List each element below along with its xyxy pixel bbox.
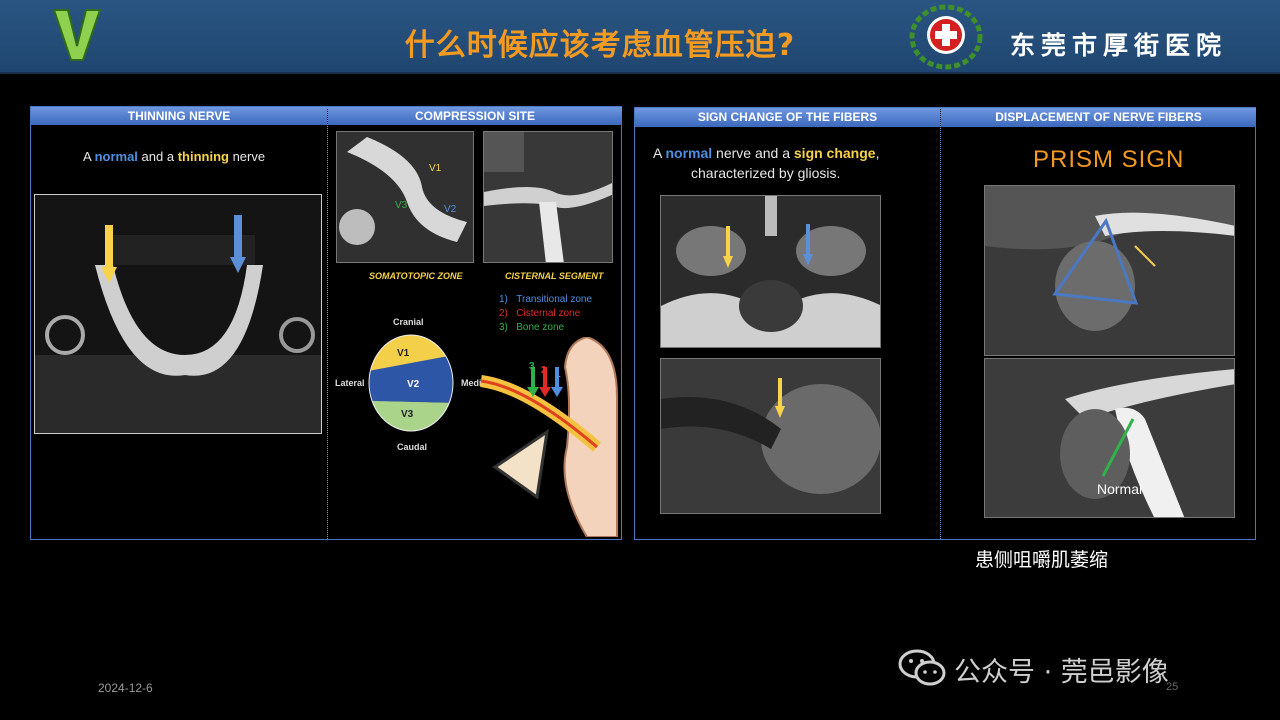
- panel-sign-displacement: SIGN CHANGE OF THE FIBERS DISPLACEMENT O…: [634, 107, 1256, 540]
- nerve-illustration: [480, 337, 618, 537]
- yellow-arrow-gliosis-icon: [775, 378, 785, 418]
- sign-caption-line2: characterized by gliosis.: [691, 165, 841, 181]
- mri-prism: [984, 185, 1235, 356]
- wechat-icon: [898, 649, 946, 686]
- hospital-emblem-icon: [909, 4, 983, 70]
- mri-label-v2: V2: [444, 204, 457, 215]
- yellow-arrow-icon: [101, 225, 117, 283]
- pie-label-v2: V2: [407, 379, 420, 390]
- sign-caption: A normal nerve and a sign change,: [653, 145, 880, 161]
- header-thinning-nerve: THINNING NERVE: [31, 107, 327, 125]
- blue-arrow-icon: [230, 215, 246, 273]
- mri-label-v1: V1: [429, 163, 442, 174]
- zone-legend: 1) Transitional zone 2) Cisternal zone 3…: [499, 294, 593, 333]
- label-somatotopic-zone: SOMATOTOPIC ZONE: [369, 271, 463, 281]
- mri-axial-gliosis: [660, 358, 881, 514]
- dir-cranial: Cranial: [393, 317, 424, 327]
- panel-divider: [327, 107, 328, 539]
- label-cisternal-segment: CISTERNAL SEGMENT: [505, 271, 604, 281]
- thinning-caption: A normal and a thinning nerve: [83, 149, 266, 164]
- header-sign-change: SIGN CHANGE OF THE FIBERS: [635, 108, 940, 127]
- mri-cisternal: [483, 131, 613, 263]
- watermark-text: 公众号 · 莞邑影像: [954, 657, 1169, 688]
- dir-caudal: Caudal: [397, 442, 428, 452]
- slide-date: 2024-12-6: [98, 681, 153, 695]
- prism-sign-title: PRISM SIGN: [1033, 146, 1185, 173]
- slide-header: 什么时候应该考虑血管压迫? 东莞市厚街医院: [0, 0, 1280, 74]
- mri-coronal-thinning: [34, 194, 322, 434]
- panel-divider-right: [940, 108, 941, 539]
- pie-label-v1: V1: [397, 348, 410, 359]
- arrow-num-1: 1: [555, 369, 561, 380]
- blue-arrow-sign-icon: [803, 224, 813, 266]
- hospital-name: 东莞市厚街医院: [1010, 31, 1228, 60]
- yellow-arrow-sign-icon: [723, 226, 733, 268]
- arrow-num-3: 3: [529, 361, 535, 372]
- normal-label: Normal: [1097, 481, 1143, 497]
- watermark: 公众号 · 莞邑影像: [896, 648, 1246, 688]
- caption-atrophy: 患侧咀嚼肌萎缩: [975, 549, 1109, 571]
- mri-somatotopic: [336, 131, 474, 263]
- dir-lateral: Lateral: [335, 378, 365, 388]
- arrow-num-2: 2: [541, 365, 547, 376]
- mri-label-v3: V3: [395, 200, 408, 211]
- header-displacement: DISPLACEMENT OF NERVE FIBERS: [941, 108, 1256, 127]
- mri-axial-sign-change: [660, 195, 881, 348]
- panel-thinning-compression: THINNING NERVE COMPRESSION SITE A normal…: [30, 106, 622, 540]
- header-compression-site: COMPRESSION SITE: [328, 107, 622, 125]
- pie-label-v3: V3: [401, 409, 414, 420]
